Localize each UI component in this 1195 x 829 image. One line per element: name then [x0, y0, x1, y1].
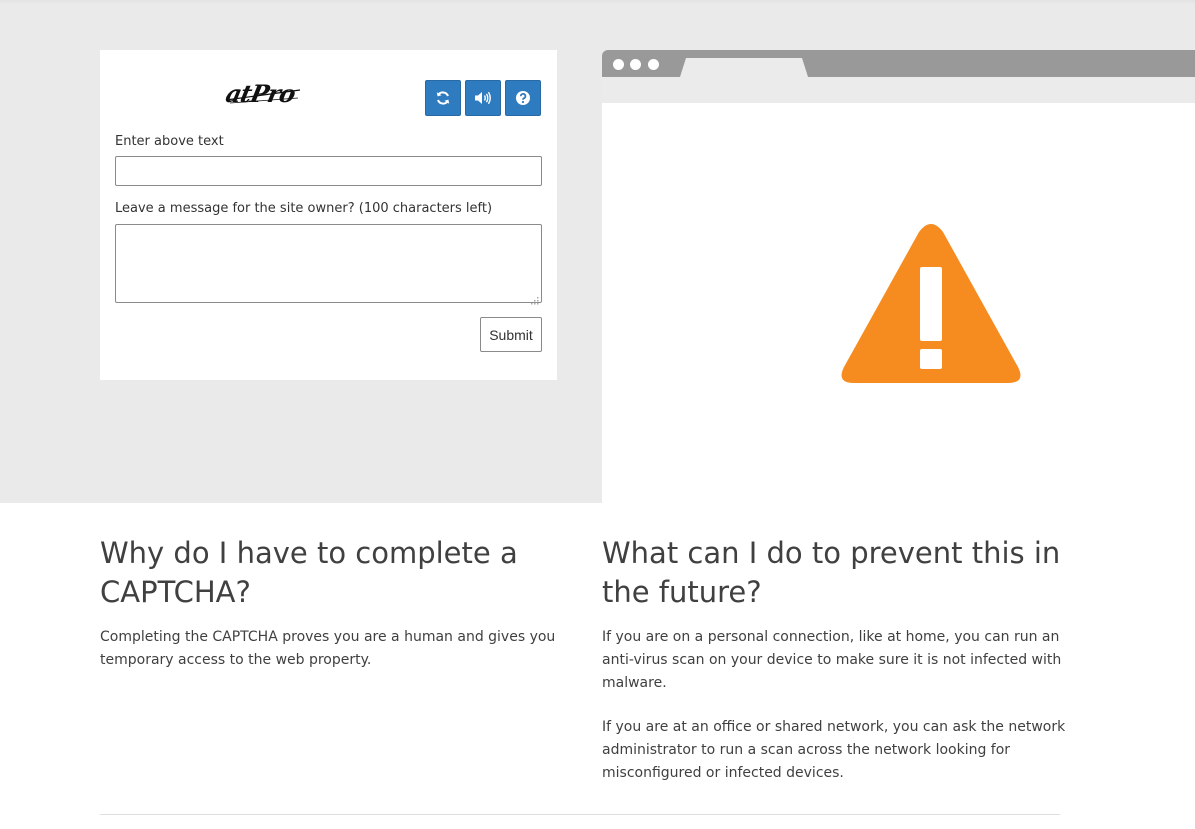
captcha-text-input[interactable]	[115, 156, 542, 186]
refresh-icon	[435, 90, 451, 106]
browser-content	[602, 103, 1195, 503]
browser-illustration	[602, 50, 1195, 503]
captcha-image: atPro	[220, 76, 310, 110]
enter-text-label: Enter above text	[115, 134, 224, 149]
captcha-form: atPro Enter above text Leave a message f…	[100, 50, 557, 380]
why-body: Completing the CAPTCHA proves you are a …	[100, 629, 556, 668]
prevent-body-2: If you are at an office or shared networ…	[602, 719, 1066, 781]
audio-captcha-button[interactable]	[465, 80, 501, 116]
help-icon	[515, 90, 531, 106]
submit-button[interactable]: Submit	[480, 317, 542, 352]
audio-icon	[474, 90, 492, 106]
resize-grip-icon[interactable]	[530, 291, 540, 305]
captcha-image-text: atPro	[223, 79, 298, 108]
footer-divider	[100, 814, 1060, 815]
prevent-body-1: If you are on a personal connection, lik…	[602, 629, 1062, 691]
message-label: Leave a message for the site owner? (100…	[115, 201, 493, 216]
window-dot	[613, 59, 624, 70]
warning-icon	[840, 223, 1022, 387]
help-captcha-button[interactable]	[505, 80, 541, 116]
browser-tab	[680, 58, 808, 77]
window-dot	[648, 59, 659, 70]
window-dot	[630, 59, 641, 70]
browser-titlebar	[602, 50, 1195, 77]
prevent-heading: What can I do to prevent this in the fut…	[602, 536, 1061, 609]
browser-toolbar	[602, 77, 1195, 103]
refresh-captcha-button[interactable]	[425, 80, 461, 116]
message-textarea[interactable]	[115, 224, 542, 303]
why-heading: Why do I have to complete a CAPTCHA?	[100, 536, 518, 609]
